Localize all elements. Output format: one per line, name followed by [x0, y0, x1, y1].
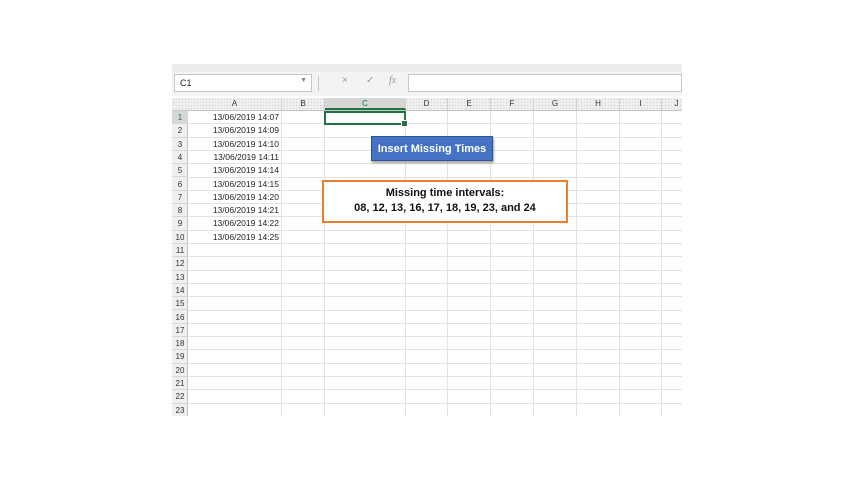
gridline — [188, 256, 682, 258]
gridline — [188, 376, 682, 377]
row-header-2[interactable]: 2 — [172, 124, 188, 138]
column-headers: ABCDEFGHIJ — [172, 98, 682, 111]
row-header-5[interactable]: 5 — [172, 164, 188, 178]
cell-a1[interactable]: 13/06/2019 14:07 — [188, 111, 281, 124]
row-headers: 1 2 3 4 5 6 7 8 9 10 11 12 13 14 15 16 17 18 19 20 21 22 23 — [172, 111, 188, 416]
gridline — [188, 349, 682, 351]
gridline — [188, 362, 682, 364]
column-header-e[interactable]: E — [448, 98, 491, 110]
insert-missing-times-button[interactable]: Insert Missing Times — [371, 136, 493, 161]
excel-sheet-window: C1 ▼ × ✓ fx ABCDEFGHIJ 1 2 3 4 5 6 7 8 9 10 11 12 13… — [172, 64, 682, 416]
row-header-18[interactable]: 18 — [172, 337, 188, 351]
cell-a8[interactable]: 13/06/2019 14:21 — [188, 204, 281, 217]
gridline — [188, 402, 682, 404]
row-header-7[interactable]: 7 — [172, 191, 188, 205]
cell-a6[interactable]: 13/06/2019 14:15 — [188, 178, 281, 191]
gridline — [188, 296, 682, 298]
name-box[interactable]: C1 ▼ — [174, 74, 312, 92]
row-header-15[interactable]: 15 — [172, 297, 188, 311]
gridline — [281, 111, 282, 416]
row-header-3[interactable]: 3 — [172, 138, 188, 151]
row-header-22[interactable]: 22 — [172, 390, 188, 404]
cancel-icon[interactable]: × — [342, 75, 348, 86]
cell-a5[interactable]: 13/06/2019 14:14 — [188, 164, 281, 177]
column-header-g[interactable]: G — [534, 98, 577, 110]
column-header-b[interactable]: B — [282, 98, 325, 110]
gridline — [661, 111, 662, 416]
row-header-10[interactable]: 10 — [172, 231, 188, 244]
cell-a10[interactable]: 13/06/2019 14:25 — [188, 231, 281, 244]
insert-function-icon[interactable]: fx — [389, 75, 396, 86]
enter-icon[interactable]: ✓ — [366, 75, 374, 86]
gridline — [188, 269, 682, 271]
row-header-4[interactable]: 4 — [172, 151, 188, 165]
column-header-h[interactable]: H — [577, 98, 620, 110]
row-header-11[interactable]: 11 — [172, 244, 188, 258]
missing-intervals-note: Missing time intervals: 08, 12, 13, 16, … — [322, 180, 568, 223]
row-header-21[interactable]: 21 — [172, 377, 188, 391]
column-header-f[interactable]: F — [491, 98, 534, 110]
row-header-19[interactable]: 19 — [172, 350, 188, 364]
row-header-6[interactable]: 6 — [172, 178, 188, 191]
name-box-value: C1 — [180, 78, 192, 88]
gridline — [619, 111, 620, 416]
gridline — [188, 322, 682, 324]
note-intervals: 08, 12, 13, 16, 17, 18, 19, 23, and 24 — [354, 202, 536, 214]
cell-a4[interactable]: 13/06/2019 14:11 — [188, 151, 281, 164]
column-header-c[interactable]: C — [325, 98, 406, 110]
formula-input[interactable] — [408, 74, 682, 92]
cell-a3[interactable]: 13/06/2019 14:10 — [188, 138, 281, 151]
row-header-14[interactable]: 14 — [172, 284, 188, 298]
fill-handle[interactable] — [401, 120, 408, 127]
gridline — [324, 111, 325, 416]
cell-a7[interactable]: 13/06/2019 14:20 — [188, 191, 281, 204]
sheet-edge — [325, 406, 366, 416]
gridline — [188, 282, 682, 284]
row-header-8[interactable]: 8 — [172, 204, 188, 218]
cell-a9[interactable]: 13/06/2019 14:22 — [188, 217, 281, 230]
column-header-i[interactable]: I — [620, 98, 662, 110]
formula-bar-area: C1 ▼ × ✓ fx — [172, 72, 682, 96]
row-header-9[interactable]: 9 — [172, 217, 188, 231]
gridline — [188, 336, 682, 338]
gridline — [576, 111, 577, 416]
row-header-20[interactable]: 20 — [172, 364, 188, 377]
formula-separator — [318, 76, 319, 91]
note-title: Missing time intervals: — [385, 187, 505, 199]
row-header-17[interactable]: 17 — [172, 324, 188, 338]
row-header-1[interactable]: 1 — [172, 111, 188, 125]
gridline — [188, 309, 682, 311]
name-box-dropdown-icon[interactable]: ▼ — [300, 77, 307, 84]
ribbon-edge — [172, 64, 682, 72]
row-header-16[interactable]: 16 — [172, 311, 188, 324]
row-header-13[interactable]: 13 — [172, 271, 188, 284]
column-header-j[interactable]: J — [662, 98, 682, 110]
column-header-d[interactable]: D — [406, 98, 448, 110]
cell-a2[interactable]: 13/06/2019 14:09 — [188, 124, 281, 137]
gridline — [188, 389, 682, 391]
gridline — [533, 111, 534, 416]
row-header-23[interactable]: 23 — [172, 404, 188, 416]
column-header-a[interactable]: A — [188, 98, 282, 110]
row-header-12[interactable]: 12 — [172, 257, 188, 271]
active-cell-c1[interactable] — [324, 111, 408, 127]
